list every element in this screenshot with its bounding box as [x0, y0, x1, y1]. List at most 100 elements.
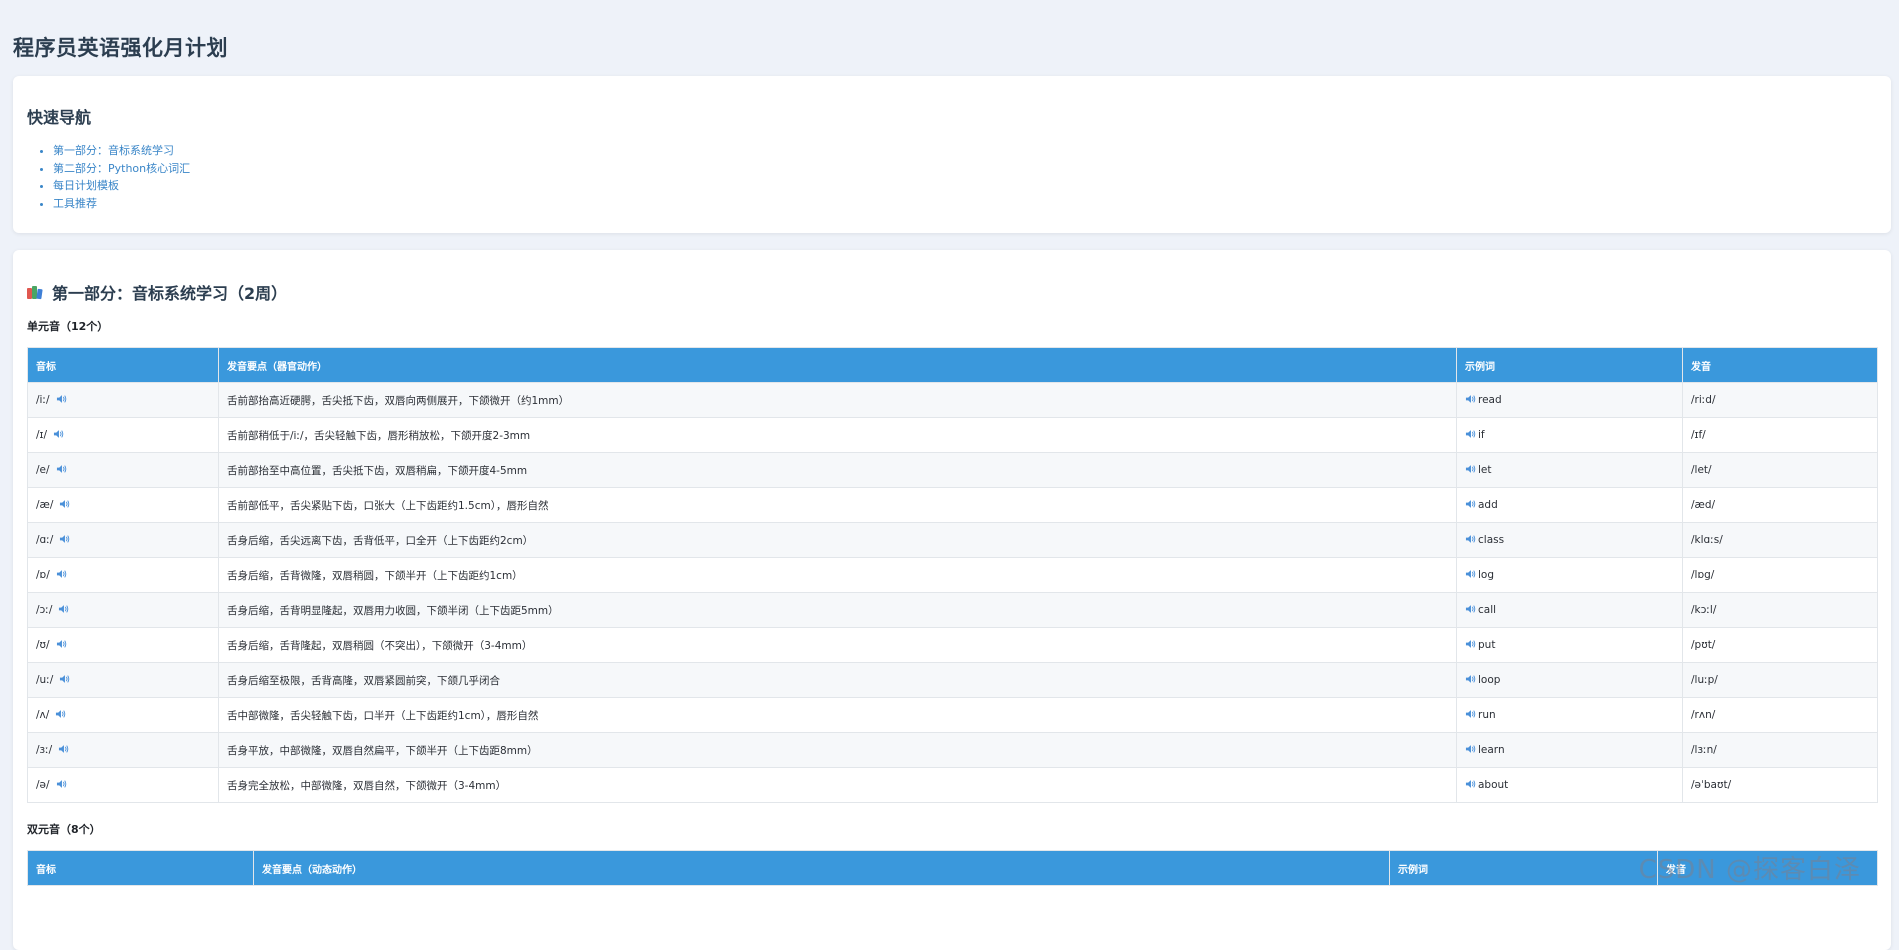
play-word-speaker-icon[interactable]	[1465, 534, 1476, 544]
monophthong-table: 音标 发音要点（器官动作） 示例词 发音 /iː/ 舌前部抬高近硬腭，舌尖抵下齿…	[27, 347, 1878, 803]
phonetic-symbol: /ə/	[36, 779, 50, 791]
cell-example-word: let	[1456, 452, 1683, 488]
phonetic-symbol: /ɒ/	[36, 569, 50, 581]
phonetic-symbol: /uː/	[36, 674, 54, 686]
cell-example-word: loop	[1456, 662, 1683, 698]
phonetics-section-card: 第一部分：音标系统学习（2周） 单元音（12个） 音标 发音要点（器官动作） 示…	[13, 250, 1891, 950]
play-symbol-speaker-icon[interactable]	[59, 674, 70, 684]
table-header-row: 音标 发音要点（动态动作） 示例词 发音	[27, 850, 1878, 886]
play-word-speaker-icon[interactable]	[1465, 744, 1476, 754]
play-symbol-speaker-icon[interactable]	[59, 534, 70, 544]
play-word-speaker-icon[interactable]	[1465, 499, 1476, 509]
example-word: loop	[1478, 674, 1501, 686]
play-symbol-speaker-icon[interactable]	[56, 394, 67, 404]
phonetic-symbol: /ɪ/	[36, 429, 47, 441]
quick-nav-heading: 快速导航	[27, 108, 92, 127]
cell-example-word: call	[1456, 592, 1683, 628]
cell-example-word: read	[1456, 382, 1683, 418]
table-row: /ɜː/ 舌身平放，中部微隆，双唇自然扁平，下颌半开（上下齿距8mm） lear…	[27, 732, 1878, 768]
play-word-speaker-icon[interactable]	[1465, 639, 1476, 649]
cell-description: 舌身后缩，舌尖远离下齿，舌背低平，口全开（上下齿距约2cm）	[218, 522, 1457, 558]
nav-link-phonetics[interactable]: 第一部分：音标系统学习	[53, 144, 174, 157]
books-icon	[27, 285, 44, 299]
play-symbol-speaker-icon[interactable]	[56, 779, 67, 789]
example-word: call	[1478, 604, 1497, 616]
cell-pronunciation: /let/	[1682, 452, 1878, 488]
nav-item: 每日计划模板	[53, 177, 190, 195]
header-description: 发音要点（器官动作）	[218, 347, 1457, 383]
table-row: /ɔː/ 舌身后缩，舌背明显隆起，双唇用力收圆，下颌半闭（上下齿距5mm） ca…	[27, 592, 1878, 628]
cell-pronunciation: /klɑːs/	[1682, 522, 1878, 558]
monophthong-table-body: /iː/ 舌前部抬高近硬腭，舌尖抵下齿，双唇向两侧展开，下颌微开（约1mm） r…	[27, 382, 1878, 803]
play-symbol-speaker-icon[interactable]	[59, 499, 70, 509]
example-word: let	[1478, 464, 1492, 476]
cell-pronunciation: /pʊt/	[1682, 627, 1878, 663]
play-symbol-speaker-icon[interactable]	[56, 569, 67, 579]
play-symbol-speaker-icon[interactable]	[58, 744, 69, 754]
monophthong-title: 单元音（12个）	[27, 320, 109, 333]
play-word-speaker-icon[interactable]	[1465, 604, 1476, 614]
play-word-speaker-icon[interactable]	[1465, 569, 1476, 579]
cell-pronunciation: /lɒg/	[1682, 557, 1878, 593]
quick-nav-card: 快速导航 第一部分：音标系统学习 第二部分：Python核心词汇 每日计划模板 …	[13, 76, 1891, 233]
nav-link-tools[interactable]: 工具推荐	[53, 197, 97, 210]
table-row: /ʊ/ 舌身后缩，舌背隆起，双唇稍圆（不突出），下颌微开（3-4mm） put /…	[27, 627, 1878, 663]
play-word-speaker-icon[interactable]	[1465, 464, 1476, 474]
cell-example-word: put	[1456, 627, 1683, 663]
cell-pronunciation: /lɜːn/	[1682, 732, 1878, 768]
play-symbol-speaker-icon[interactable]	[58, 604, 69, 614]
cell-pronunciation: /ɪf/	[1682, 417, 1878, 453]
cell-symbol: /ʌ/	[27, 697, 219, 733]
phonetic-symbol: /æ/	[36, 499, 54, 511]
table-row: /e/ 舌前部抬至中高位置，舌尖抵下齿，双唇稍扁，下颌开度4-5mm let/l…	[27, 452, 1878, 488]
nav-item: 第一部分：音标系统学习	[53, 142, 190, 160]
cell-description: 舌身后缩至极限，舌背高隆，双唇紧圆前突，下颌几乎闭合	[218, 662, 1457, 698]
play-symbol-speaker-icon[interactable]	[56, 464, 67, 474]
phonetic-symbol: /ɜː/	[36, 744, 53, 756]
example-word: run	[1478, 709, 1496, 721]
example-word: class	[1478, 534, 1505, 546]
cell-symbol: /iː/	[27, 382, 219, 418]
cell-symbol: /uː/	[27, 662, 219, 698]
table-row: /æ/ 舌前部低平，舌尖紧贴下齿，口张大（上下齿距约1.5cm），唇形自然 ad…	[27, 487, 1878, 523]
cell-pronunciation: /luːp/	[1682, 662, 1878, 698]
header-pronunciation: 发音	[1682, 347, 1878, 383]
example-word: add	[1478, 499, 1498, 511]
cell-symbol: /ʊ/	[27, 627, 219, 663]
play-symbol-speaker-icon[interactable]	[56, 639, 67, 649]
cell-symbol: /æ/	[27, 487, 219, 523]
phonetic-symbol: /ʌ/	[36, 709, 50, 721]
cell-symbol: /ɒ/	[27, 557, 219, 593]
play-word-speaker-icon[interactable]	[1465, 429, 1476, 439]
example-word: about	[1478, 779, 1509, 791]
table-row: /ɪ/ 舌前部稍低于/iː/，舌尖轻触下齿，唇形稍放松，下颌开度2-3mm if…	[27, 417, 1878, 453]
diphthong-title: 双元音（8个）	[27, 823, 101, 836]
example-word: log	[1478, 569, 1495, 581]
cell-example-word: log	[1456, 557, 1683, 593]
header-symbol: 音标	[27, 850, 254, 886]
cell-example-word: about	[1456, 767, 1683, 803]
play-word-speaker-icon[interactable]	[1465, 394, 1476, 404]
phonetic-symbol: /ʊ/	[36, 639, 50, 651]
play-word-speaker-icon[interactable]	[1465, 674, 1476, 684]
cell-description: 舌前部低平，舌尖紧贴下齿，口张大（上下齿距约1.5cm），唇形自然	[218, 487, 1457, 523]
cell-description: 舌中部微隆，舌尖轻触下齿，口半开（上下齿距约1cm），唇形自然	[218, 697, 1457, 733]
cell-example-word: learn	[1456, 732, 1683, 768]
nav-link-python-vocab[interactable]: 第二部分：Python核心词汇	[53, 162, 190, 175]
cell-description: 舌身后缩，舌背明显隆起，双唇用力收圆，下颌半闭（上下齿距5mm）	[218, 592, 1457, 628]
cell-description: 舌前部抬至中高位置，舌尖抵下齿，双唇稍扁，下颌开度4-5mm	[218, 452, 1457, 488]
cell-description: 舌身平放，中部微隆，双唇自然扁平，下颌半开（上下齿距8mm）	[218, 732, 1457, 768]
play-symbol-speaker-icon[interactable]	[55, 709, 66, 719]
cell-example-word: run	[1456, 697, 1683, 733]
play-word-speaker-icon[interactable]	[1465, 779, 1476, 789]
play-word-speaker-icon[interactable]	[1465, 709, 1476, 719]
play-symbol-speaker-icon[interactable]	[53, 429, 64, 439]
page-title: 程序员英语强化月计划	[13, 36, 228, 60]
section-title: 第一部分：音标系统学习（2周）	[27, 280, 287, 304]
table-row: /ə/ 舌身完全放松，中部微隆，双唇自然，下颌微开（3-4mm） about/ə…	[27, 767, 1878, 803]
table-header-row: 音标 发音要点（器官动作） 示例词 发音	[27, 347, 1878, 383]
nav-link-daily-plan[interactable]: 每日计划模板	[53, 179, 119, 192]
cell-pronunciation: /rʌn/	[1682, 697, 1878, 733]
cell-symbol: /ə/	[27, 767, 219, 803]
phonetic-symbol: /iː/	[36, 394, 50, 406]
